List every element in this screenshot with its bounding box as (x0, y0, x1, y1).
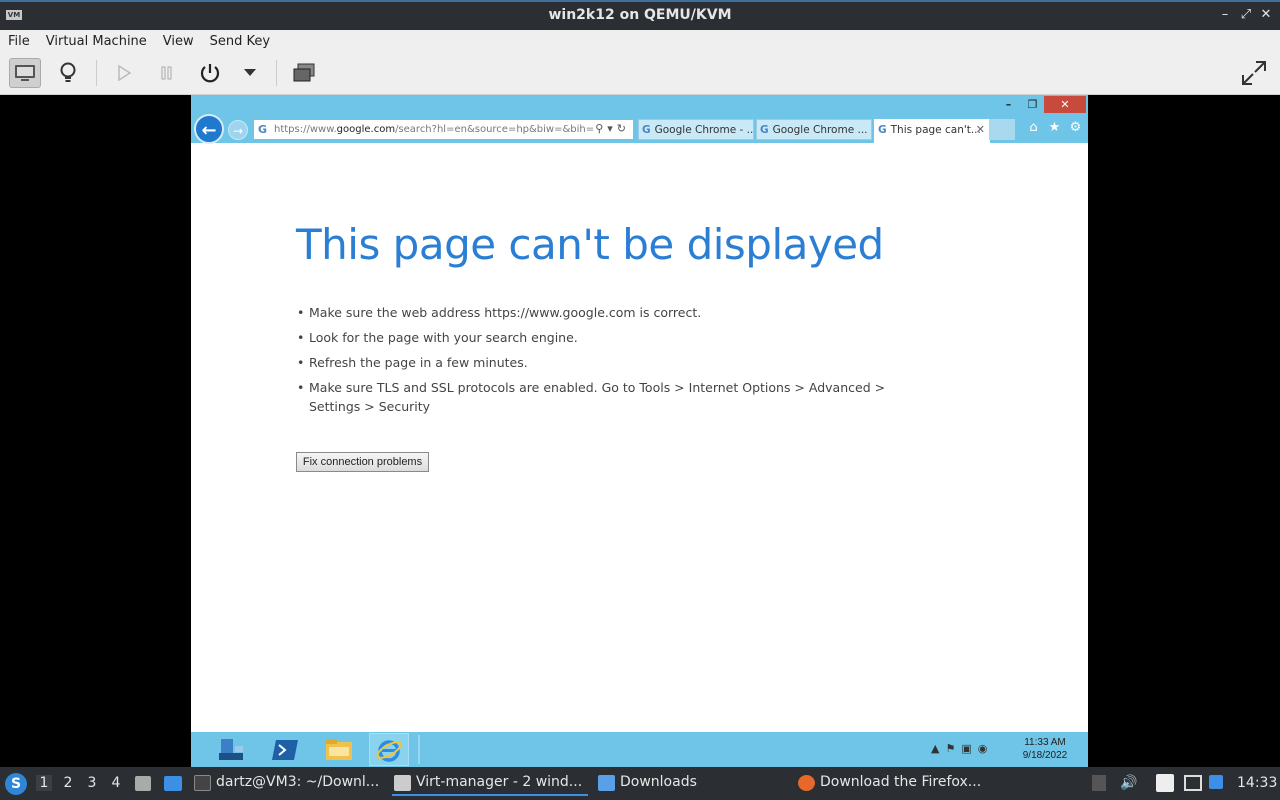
workspace-4[interactable]: 4 (108, 775, 124, 791)
task-terminal[interactable]: dartz@VM3: ~/Downl... (192, 774, 382, 796)
ie-minimize-icon[interactable]: – (997, 96, 1020, 113)
host-taskbar: S 1 2 3 4 dartz@VM3: ~/Downl... Virt-man… (0, 767, 1280, 800)
maximize-icon[interactable]: ⤢ (1237, 6, 1255, 24)
firefox-icon (798, 775, 815, 791)
vm-display[interactable]: – ❐ ✕ ← → G https://www.google.com/searc… (191, 95, 1088, 767)
power-icon[interactable] (194, 58, 226, 88)
fix-connection-button[interactable]: Fix connection problems (296, 452, 429, 472)
menu-virtual-machine[interactable]: Virtual Machine (38, 32, 155, 49)
action-center-flag-icon[interactable]: ⚑ (945, 742, 961, 755)
task-virt-manager[interactable]: Virt-manager - 2 wind... (392, 774, 588, 796)
tools-gear-icon[interactable]: ⚙ (1065, 120, 1086, 135)
host-titlebar: VM win2k12 on QEMU/KVM – ⤢ ✕ (0, 0, 1280, 30)
powershell-icon[interactable] (265, 733, 305, 766)
details-lightbulb-icon[interactable] (52, 58, 84, 88)
window-title: win2k12 on QEMU/KVM (548, 7, 732, 23)
volume-icon[interactable]: 🔊 (1120, 775, 1137, 791)
power-dropdown-icon[interactable] (234, 58, 266, 88)
windows-clock[interactable]: 11:33 AM 9/18/2022 (1015, 736, 1075, 762)
ie-frame: – ❐ ✕ ← → G https://www.google.com/searc… (191, 95, 1088, 144)
refresh-icon[interactable]: ↻ (617, 122, 630, 135)
server-manager-icon[interactable] (211, 733, 251, 766)
task-firefox[interactable]: Download the Firefox... (796, 774, 990, 796)
task-downloads[interactable]: Downloads (596, 774, 786, 796)
console-icon[interactable] (9, 58, 41, 88)
ie-toolbar-icons: ⌂ ★ ⚙ (1023, 120, 1086, 135)
address-bar[interactable]: G https://www.google.com/search?hl=en&so… (253, 119, 634, 140)
google-favicon-icon: G (258, 123, 268, 136)
list-item: Look for the page with your search engin… (297, 328, 917, 347)
tab-google-chrome-2[interactable]: G Google Chrome ... (756, 119, 872, 140)
close-icon[interactable]: ✕ (1257, 6, 1275, 24)
google-favicon-icon: G (760, 124, 769, 136)
network-icon[interactable]: ▣ (961, 742, 977, 755)
ie-maximize-icon[interactable]: ❐ (1021, 96, 1044, 113)
toolbar (0, 52, 1280, 95)
windows-taskbar: ▲⚑▣◉ 11:33 AM 9/18/2022 (191, 732, 1088, 767)
file-explorer-icon[interactable] (319, 733, 359, 766)
tab-google-chrome-1[interactable]: G Google Chrome - ... (638, 119, 754, 140)
address-url[interactable]: https://www.google.com/search?hl=en&sour… (274, 124, 594, 135)
favorites-star-icon[interactable]: ★ (1044, 120, 1065, 135)
address-actions[interactable]: ⚲▾↻ (595, 122, 630, 135)
list-item: Refresh the page in a few minutes. (297, 353, 917, 372)
file-manager-launcher-icon[interactable] (135, 776, 151, 791)
menu-file[interactable]: File (0, 32, 38, 49)
google-favicon-icon: G (878, 124, 887, 136)
pause-icon[interactable] (151, 58, 183, 88)
minimize-icon[interactable]: – (1216, 6, 1234, 24)
desktop-launcher-icon[interactable] (164, 776, 182, 791)
tray-chevron-icon[interactable]: ▲ (931, 742, 945, 755)
menubar: File Virtual Machine View Send Key (0, 30, 1280, 52)
menu-send-key[interactable]: Send Key (202, 32, 278, 49)
error-heading: This page can't be displayed (296, 220, 884, 269)
forward-arrow-icon[interactable]: → (228, 120, 248, 140)
folder-icon (598, 775, 615, 791)
troubleshoot-list: Make sure the web address https://www.go… (297, 303, 917, 422)
address-dropdown-icon[interactable]: ▾ (607, 122, 617, 135)
home-icon[interactable]: ⌂ (1023, 120, 1044, 135)
back-arrow-icon[interactable]: ← (194, 114, 224, 144)
windows-tray: ▲⚑▣◉ (931, 742, 993, 755)
workspace-3[interactable]: 3 (84, 775, 100, 791)
notification-icon[interactable] (1209, 775, 1223, 789)
list-item: Make sure TLS and SSL protocols are enab… (297, 378, 917, 416)
tab-page-cant-display[interactable]: G This page can't... ✕ (874, 119, 990, 143)
menu-view[interactable]: View (155, 32, 202, 49)
ie-close-icon[interactable]: ✕ (1044, 96, 1086, 113)
start-menu-icon[interactable]: S (5, 773, 27, 795)
terminal-icon (194, 775, 211, 791)
volume-muted-icon[interactable]: ◉ (978, 742, 994, 755)
workspace-2[interactable]: 2 (60, 775, 76, 791)
list-item: Make sure the web address https://www.go… (297, 303, 917, 322)
virt-manager-icon (394, 775, 411, 791)
search-icon[interactable]: ⚲ (595, 122, 607, 135)
workspace-1[interactable]: 1 (36, 775, 52, 791)
snapshots-icon[interactable] (288, 58, 320, 88)
internet-explorer-icon[interactable] (369, 733, 409, 766)
new-tab-button[interactable] (989, 119, 1015, 140)
display-icon[interactable] (1184, 775, 1202, 791)
clipboard-icon[interactable] (1156, 774, 1174, 792)
tray-up-icon[interactable] (1092, 775, 1106, 791)
run-play-icon[interactable] (108, 58, 140, 88)
google-favicon-icon: G (642, 124, 651, 136)
host-clock[interactable]: 14:33 (1237, 775, 1277, 791)
fullscreen-icon[interactable] (1238, 58, 1270, 88)
tab-close-icon[interactable]: ✕ (976, 123, 985, 136)
